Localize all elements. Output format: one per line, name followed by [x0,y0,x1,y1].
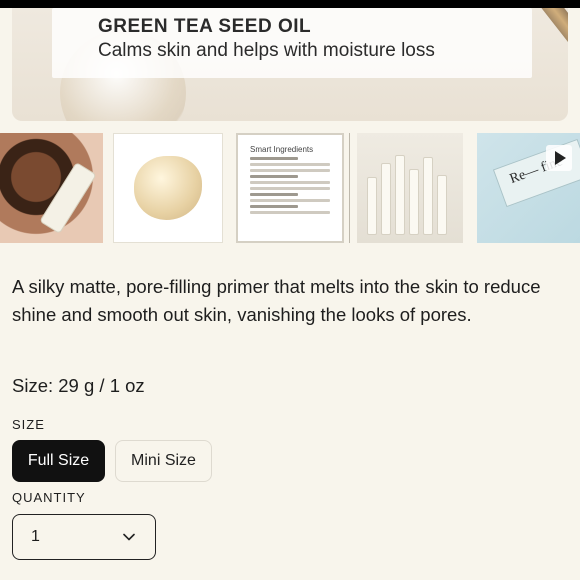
tube-group [365,151,455,235]
tube [381,163,391,235]
quantity-value: 1 [31,528,40,545]
text-line [250,157,298,160]
thumbnail-ingredients[interactable]: Smart Ingredients [236,133,344,243]
text-line [250,187,330,190]
chevron-down-icon [123,533,135,541]
quantity-select[interactable]: 1 [12,514,156,560]
text-line [250,163,330,166]
tube [437,175,447,235]
size-option-full[interactable]: Full Size [12,440,105,482]
top-bar [0,0,580,8]
tube [367,177,377,235]
thumbnail-lineup[interactable] [357,133,463,243]
text-line [250,181,330,184]
size-label: SIZE [12,417,45,432]
tube [395,155,405,235]
thumbnail-video[interactable]: Re— fine [477,133,580,243]
text-line [250,175,298,178]
thumbnail-divider [349,133,350,243]
quantity-label: QUANTITY [12,490,86,505]
dropper [537,8,568,99]
size-option-mini[interactable]: Mini Size [115,440,212,482]
thumbnail-strip: Smart Ingredients Re— fine [0,133,580,243]
primer-swatch [134,156,202,220]
thumbnail-swatch[interactable] [113,133,223,243]
thumbnail-model[interactable] [0,133,103,243]
size-info: Size: 29 g / 1 oz [12,375,145,396]
product-description: A silky matte, pore-filling primer that … [12,276,541,325]
text-line [250,211,330,214]
text-line [250,193,298,196]
hero-title: GREEN TEA SEED OIL [98,16,312,37]
tube [409,169,419,235]
text-line [250,205,298,208]
text-line [250,169,330,172]
play-icon[interactable] [546,145,572,171]
hero-subtitle: Calms skin and helps with moisture loss [98,40,435,61]
primer-tube [39,161,97,235]
text-line [250,199,330,202]
hero-image: GREEN TEA SEED OIL Calms skin and helps … [12,8,568,121]
ingredients-card-title: Smart Ingredients [250,145,314,154]
tube [423,157,433,235]
